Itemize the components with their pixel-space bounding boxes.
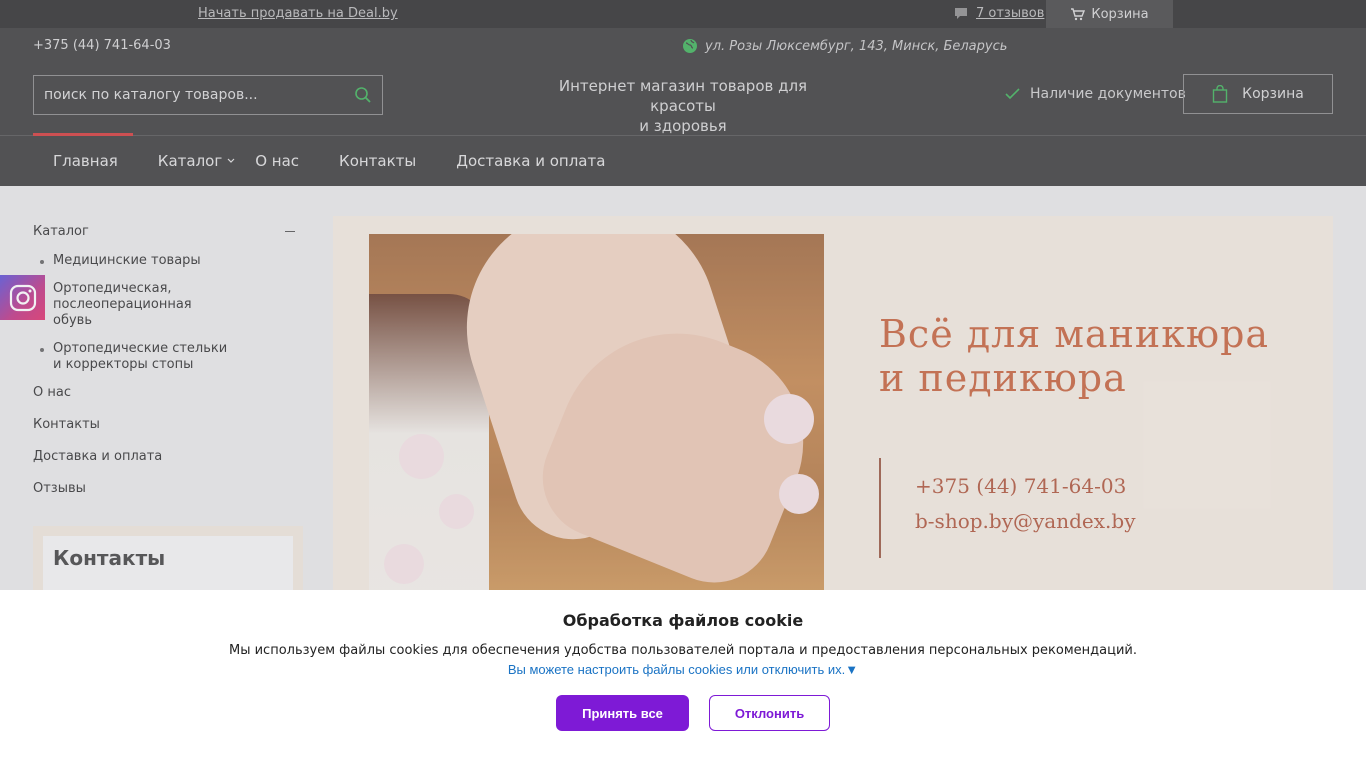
collapse-icon[interactable]: [285, 231, 295, 232]
banner-divider: [879, 458, 881, 558]
cookie-banner: Обработка файлов cookie Мы используем фа…: [0, 590, 1366, 768]
banner-email: b-shop.by@yandex.by: [915, 509, 1136, 533]
main-nav: Главная Каталог О нас Контакты Доставка …: [33, 136, 625, 186]
documents-badge[interactable]: Наличие документов: [1005, 86, 1186, 102]
header-cart-label: Корзина: [1242, 86, 1304, 102]
contacts-widget-title: Контакты: [53, 546, 166, 570]
flower-shape: [779, 474, 819, 514]
promo-banner[interactable]: Всё для маникюра и педикюра +375 (44) 74…: [333, 216, 1333, 616]
header-cart-button[interactable]: Корзина: [1183, 74, 1333, 114]
nav-item-delivery[interactable]: Доставка и оплата: [436, 152, 625, 170]
instagram-icon: [9, 284, 36, 311]
banner-title: Всё для маникюра и педикюра: [879, 312, 1269, 400]
check-icon: [1005, 88, 1020, 100]
flower-shape: [764, 394, 814, 444]
search-box: [33, 75, 383, 115]
header-address: ул. Розы Люксембург, 143, Минск, Беларус…: [682, 38, 1007, 54]
slogan-line-1: Интернет магазин товаров для красоты: [558, 77, 808, 115]
top-cart-button[interactable]: Корзина: [1046, 0, 1173, 28]
top-bar: Начать продавать на Deal.by 7 отзывов Ко…: [0, 0, 1366, 28]
nav-item-contacts[interactable]: Контакты: [319, 152, 436, 170]
nav-item-catalog[interactable]: Каталог: [138, 152, 255, 170]
sidebar-catalog-header[interactable]: Каталог: [33, 224, 303, 239]
contacts-widget-inner: Контакты: [43, 536, 293, 596]
cookie-title: Обработка файлов cookie: [562, 611, 804, 630]
decline-button[interactable]: Отклонить: [709, 695, 830, 731]
flower-shape: [439, 494, 474, 529]
reviews-label: 7 отзывов: [976, 6, 1045, 21]
banner-title-line-1: Всё для маникюра: [879, 312, 1270, 356]
search-icon[interactable]: [354, 86, 372, 104]
nav-item-about[interactable]: О нас: [255, 152, 319, 170]
sidebar-item-reviews[interactable]: Отзывы: [33, 481, 303, 513]
start-selling-link[interactable]: Начать продавать на Deal.by: [198, 6, 398, 21]
subcategory-medical[interactable]: Медицинские товары: [33, 253, 303, 269]
subcategory-list: Медицинские товары Ортопедическая, после…: [33, 253, 303, 373]
top-cart-label: Корзина: [1091, 6, 1149, 22]
instagram-button[interactable]: [0, 275, 45, 320]
search-input[interactable]: [44, 76, 344, 114]
sidebar-item-delivery[interactable]: Доставка и оплата: [33, 449, 303, 481]
cookie-text: Мы используем файлы cookies для обеспече…: [228, 643, 1137, 658]
slogan-line-2: и здоровья: [639, 117, 727, 135]
header-phone[interactable]: +375 (44) 741-64-03: [33, 38, 171, 53]
flower-shape: [384, 544, 424, 584]
manicure-photo: [369, 234, 824, 604]
sidebar-links: О нас Контакты Доставка и оплата Отзывы: [33, 385, 303, 513]
subcategory-orthopedic-shoes[interactable]: Ортопедическая, послеоперационная обувь: [33, 281, 223, 329]
accept-all-button[interactable]: Принять все: [556, 695, 689, 731]
sidebar: Каталог Медицинские товары Ортопедическа…: [33, 224, 303, 513]
banner-phone: +375 (44) 741-64-03: [915, 474, 1127, 498]
documents-label: Наличие документов: [1030, 86, 1186, 102]
address-text: ул. Розы Люксембург, 143, Минск, Беларус…: [705, 38, 1008, 54]
reviews-link[interactable]: 7 отзывов: [954, 6, 1044, 21]
store-slogan: Интернет магазин товаров для красоты и з…: [533, 76, 833, 136]
cookie-settings-link[interactable]: Вы можете настроить файлы cookies или от…: [0, 662, 1366, 677]
nav-catalog-label: Каталог: [157, 152, 223, 170]
sidebar-item-contacts[interactable]: Контакты: [33, 417, 303, 449]
subcategory-insoles[interactable]: Ортопедические стельки и корректоры стоп…: [33, 341, 233, 373]
chevron-down-icon: [227, 158, 235, 163]
site-header: +375 (44) 741-64-03 ул. Розы Люксембург,…: [0, 28, 1366, 186]
sidebar-catalog-label: Каталог: [33, 224, 89, 239]
banner-title-line-2: и педикюра: [879, 356, 1127, 400]
globe-icon: [683, 39, 697, 53]
flower-shape: [399, 434, 444, 479]
cart-icon: [1071, 7, 1086, 20]
sidebar-item-about[interactable]: О нас: [33, 385, 303, 417]
comment-icon: [955, 7, 967, 19]
nav-item-home[interactable]: Главная: [33, 152, 138, 170]
shopping-bag-icon: [1212, 85, 1228, 103]
